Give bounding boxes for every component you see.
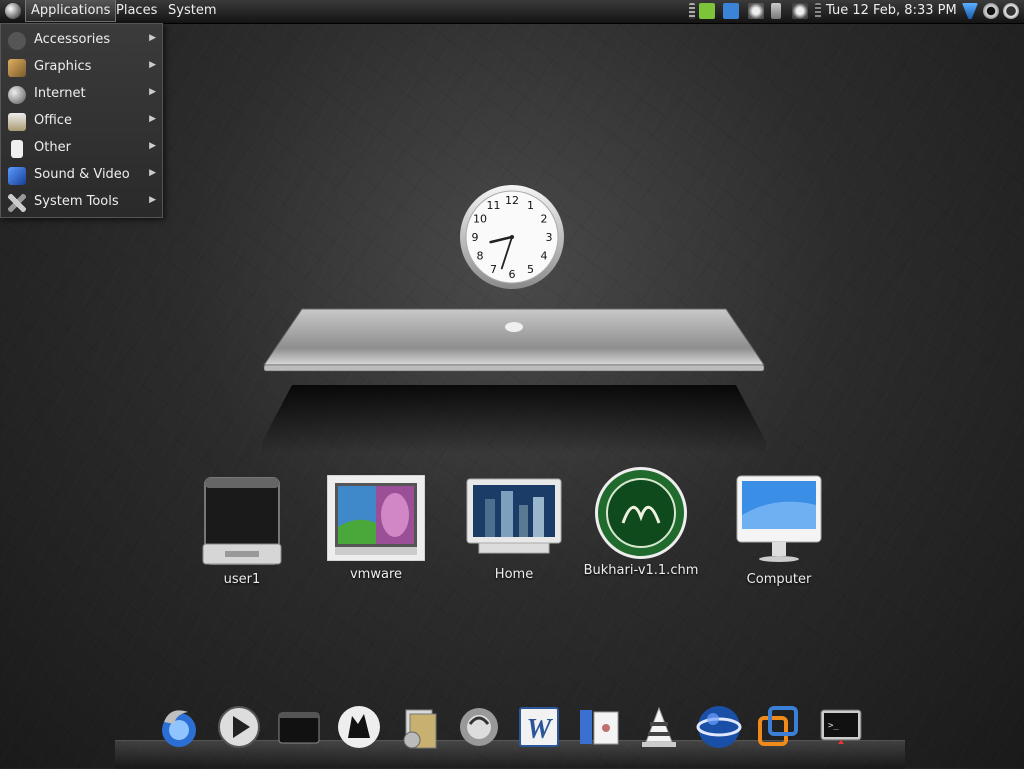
search-icon[interactable] — [983, 3, 999, 19]
other-icon — [11, 140, 23, 158]
network-icon[interactable] — [962, 3, 978, 19]
menu-item-label: Sound & Video — [34, 167, 130, 182]
desktop-icon-label: Computer — [746, 572, 812, 587]
evolution-icon — [460, 708, 498, 746]
clock-numeral: 12 — [505, 194, 519, 207]
clock-numeral: 5 — [527, 263, 534, 276]
svg-text:W: W — [527, 714, 554, 745]
menu-item-label: System Tools — [34, 194, 119, 209]
clock-numeral: 4 — [541, 250, 548, 263]
dock-item-evolution[interactable] — [456, 704, 502, 750]
menu-item-office[interactable]: Office ▶ — [1, 108, 162, 135]
drive-icon — [202, 477, 282, 565]
home-folder-icon — [466, 478, 562, 554]
firefox-icon — [162, 710, 196, 747]
wolf-icon — [338, 706, 380, 748]
menu-item-label: Other — [34, 140, 71, 155]
submenu-arrow-icon: ▶ — [149, 141, 156, 151]
submenu-arrow-icon: ▶ — [149, 168, 156, 178]
clock-widget[interactable]: 12 12 3 45678 9 1011 — [459, 184, 565, 290]
desktop-icon-user1[interactable]: user1 — [201, 476, 283, 587]
clock-numeral: 9 — [472, 231, 479, 244]
clock-numeral: 11 — [487, 199, 501, 212]
sound-video-icon — [8, 167, 26, 185]
screenshot-icon[interactable] — [748, 3, 764, 19]
file-manager-icon — [403, 709, 437, 749]
binary-document-icon — [580, 710, 619, 745]
vmware-icon — [326, 474, 426, 562]
notes-icon[interactable] — [723, 3, 739, 19]
terminal-icon: >_ — [820, 709, 862, 744]
vmware-dock-icon — [758, 706, 798, 746]
menu-item-graphics[interactable]: Graphics ▶ — [1, 54, 162, 81]
submenu-arrow-icon: ▶ — [149, 60, 156, 70]
places-menu[interactable]: Places — [111, 0, 162, 22]
applications-menu[interactable]: Applications — [25, 0, 117, 22]
dock-item-vmware[interactable] — [756, 704, 802, 750]
applications-dropdown: Accessories ▶ Graphics ▶ Internet ▶ Offi… — [0, 23, 163, 218]
menu-item-other[interactable]: Other ▶ — [1, 135, 162, 162]
menu-item-label: Office — [34, 113, 72, 128]
system-tools-icon — [8, 194, 26, 212]
menu-item-label: Internet — [34, 86, 86, 101]
shutdown-icon[interactable] — [1003, 3, 1019, 19]
menu-item-label: Graphics — [34, 59, 92, 74]
internet-icon — [8, 86, 26, 104]
dock-item-vlc[interactable] — [636, 704, 682, 750]
office-icon — [8, 113, 26, 131]
dock-item-file-manager[interactable] — [396, 704, 442, 750]
google-earth-icon — [696, 706, 742, 748]
desktop-icon-home[interactable]: Home — [465, 477, 563, 587]
clock-numeral: 8 — [477, 250, 484, 263]
submenu-arrow-icon: ▶ — [149, 87, 156, 97]
power-plug-icon[interactable] — [771, 3, 781, 19]
graphics-icon — [8, 59, 26, 77]
desktop-icon-bukhari[interactable]: Bukhari-v1.1.chm — [584, 465, 698, 585]
media-player-icon — [218, 706, 260, 748]
menu-item-system-tools[interactable]: System Tools ▶ — [1, 189, 162, 216]
clock-numeral: 3 — [546, 231, 553, 244]
chm-document-icon — [595, 467, 687, 559]
network-monitor-icon[interactable] — [699, 3, 715, 19]
menu-item-internet[interactable]: Internet ▶ — [1, 81, 162, 108]
terminal-window-icon — [278, 712, 320, 744]
menu-item-sound-video[interactable]: Sound & Video ▶ — [1, 162, 162, 189]
clock-numeral: 6 — [509, 268, 516, 281]
submenu-arrow-icon: ▶ — [149, 114, 156, 124]
svg-text:>_: >_ — [828, 721, 839, 731]
clock-numeral: 2 — [541, 213, 548, 226]
dock-item-firefox[interactable] — [156, 704, 202, 750]
system-menu[interactable]: System — [163, 0, 221, 22]
computer-icon — [736, 475, 822, 562]
word-icon: W — [519, 707, 559, 747]
desktop-icon-vmware[interactable]: vmware — [326, 474, 426, 585]
dock-item-terminal[interactable]: >_ — [818, 704, 864, 750]
menu-item-accessories[interactable]: Accessories ▶ — [1, 27, 162, 54]
submenu-arrow-icon: ▶ — [149, 33, 156, 43]
dock-item-google-earth[interactable] — [696, 704, 742, 750]
menu-item-label: Accessories — [34, 32, 111, 47]
clock-numeral: 10 — [473, 213, 487, 226]
separator-icon — [815, 3, 821, 19]
submenu-arrow-icon: ▶ — [149, 195, 156, 205]
camera-icon[interactable] — [792, 3, 808, 19]
top-panel: Applications Places System Tue 12 Feb, 8… — [0, 0, 1024, 24]
laptop-image — [262, 308, 766, 453]
dock-item-terminal-window[interactable] — [276, 704, 322, 750]
panel-clock[interactable]: Tue 12 Feb, 8:33 PM — [826, 0, 957, 22]
accessories-icon — [8, 32, 26, 50]
dock-item-wolf[interactable] — [336, 704, 382, 750]
dock-item-binary-document[interactable] — [576, 704, 622, 750]
vlc-icon — [642, 706, 676, 747]
distro-logo-icon[interactable] — [5, 3, 21, 19]
dock-item-media-player[interactable] — [216, 704, 262, 750]
clock-numeral: 7 — [490, 263, 497, 276]
workspace-switcher-icon[interactable] — [689, 3, 695, 19]
apple-logo-icon — [505, 322, 523, 332]
clock-numeral: 1 — [527, 199, 534, 212]
dock-item-word[interactable]: W — [516, 704, 562, 750]
clock-center — [510, 235, 514, 239]
desktop-icon-computer[interactable]: Computer — [736, 475, 822, 590]
